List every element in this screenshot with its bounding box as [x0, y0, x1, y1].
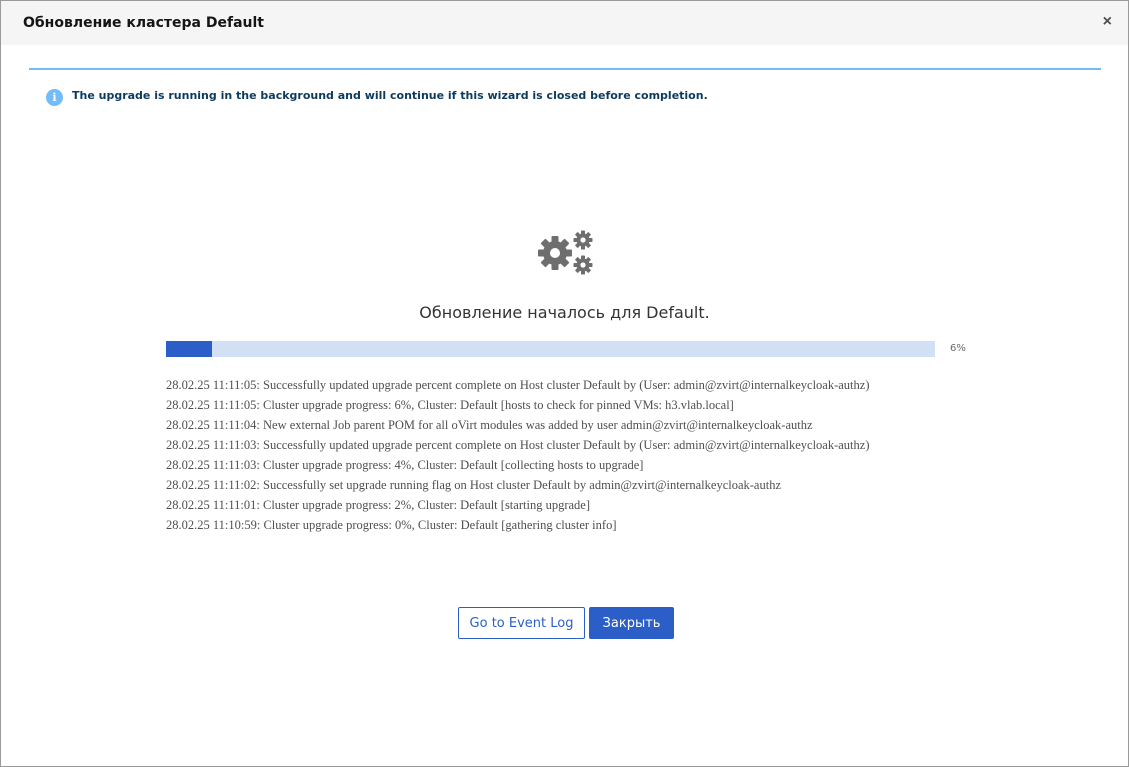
log-entry: 28.02.25 11:11:01: Cluster upgrade progr…	[166, 498, 590, 512]
dialog-title: Обновление кластера Default	[23, 15, 264, 31]
close-icon[interactable]: ×	[1103, 13, 1112, 31]
close-button[interactable]: Закрыть	[589, 607, 674, 639]
log-entry: 28.02.25 11:11:04: New external Job pare…	[166, 418, 813, 432]
progress-percent-label: 6%	[950, 343, 966, 354]
log-entry: 28.02.25 11:11:05: Cluster upgrade progr…	[166, 398, 734, 412]
log-entry: 28.02.25 11:11:02: Successfully set upgr…	[166, 478, 782, 492]
event-log-list: 28.02.25 11:11:05: Successfully updated …	[166, 376, 1066, 536]
progress-bar	[166, 341, 935, 357]
log-entry: 28.02.25 11:10:59: Cluster upgrade progr…	[166, 518, 617, 532]
go-to-event-log-button[interactable]: Go to Event Log	[458, 607, 585, 639]
upgrade-cluster-dialog: Обновление кластера Default × i The upgr…	[0, 0, 1129, 767]
dialog-header: Обновление кластера Default ×	[1, 1, 1128, 45]
log-entry: 28.02.25 11:11:03: Successfully updated …	[166, 438, 870, 452]
log-entry: 28.02.25 11:11:05: Successfully updated …	[166, 378, 870, 392]
alert-border	[29, 68, 1101, 70]
alert-message: The upgrade is running in the background…	[72, 89, 708, 102]
progress-bar-fill	[166, 341, 213, 357]
upgrade-status-title: Обновление началось для Default.	[419, 303, 710, 322]
info-icon: i	[46, 89, 63, 106]
log-entry: 28.02.25 11:11:03: Cluster upgrade progr…	[166, 458, 644, 472]
gears-icon	[538, 230, 593, 275]
